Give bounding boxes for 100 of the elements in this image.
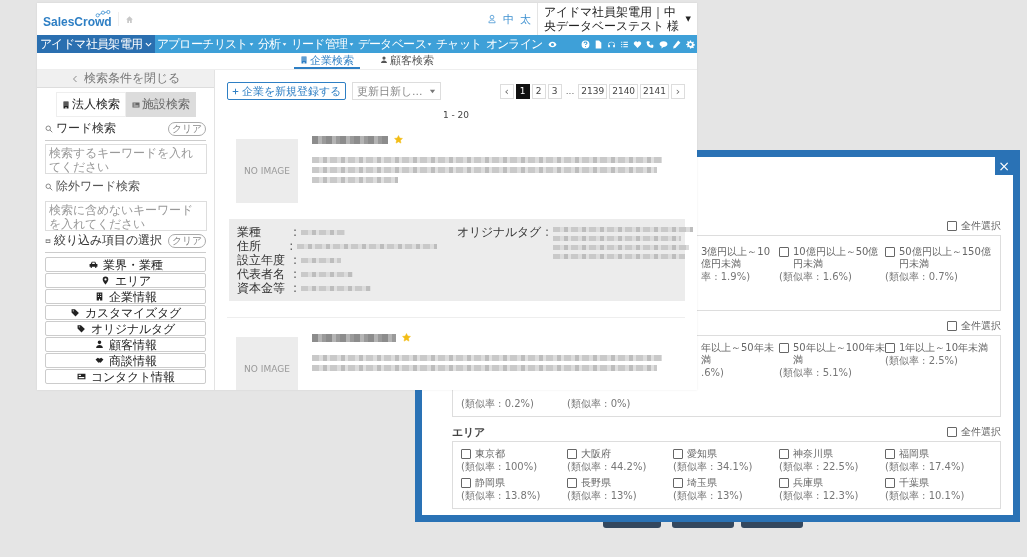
checkbox[interactable] xyxy=(779,478,789,488)
page-button[interactable]: 3 xyxy=(547,83,562,99)
option-label: 年以上～50年未満 xyxy=(701,342,775,366)
eye-icon[interactable] xyxy=(547,39,557,49)
caret-icon xyxy=(348,41,354,47)
filter-category-button[interactable]: オリジナルタグ xyxy=(45,321,206,336)
option-label: 3億円以上～10億円未満 xyxy=(701,246,772,270)
header-icon-text[interactable]: 太 xyxy=(519,11,531,27)
search-mode-toggle[interactable]: 施設検索 xyxy=(125,92,196,117)
option-label: 兵庫県 xyxy=(793,477,823,489)
pencil-icon[interactable] xyxy=(672,39,681,49)
checkbox[interactable] xyxy=(779,449,789,459)
header-icon-text[interactable]: 中 xyxy=(502,11,514,27)
checkbox[interactable] xyxy=(673,449,683,459)
filter-category-button[interactable]: 企業情報 xyxy=(45,289,206,304)
filter-category-button[interactable]: コンタクト情報 xyxy=(45,369,206,384)
checkbox[interactable] xyxy=(779,247,789,257)
checkbox[interactable] xyxy=(567,449,577,459)
page-arrow-button[interactable]: › xyxy=(671,83,685,99)
checkbox[interactable] xyxy=(673,478,683,488)
settings-icon[interactable] xyxy=(686,39,695,49)
similarity-rate: (類似率 : 12.3%) xyxy=(779,489,860,502)
headset-icon[interactable] xyxy=(607,39,616,49)
option-label: 神奈川県 xyxy=(793,448,833,460)
option-label: 10億円以上～50億円未満 xyxy=(793,246,880,270)
clear-button[interactable]: クリア xyxy=(168,121,206,136)
result-range: 1 - 20 xyxy=(441,110,471,120)
car-icon xyxy=(88,260,98,269)
checkbox[interactable] xyxy=(947,221,957,231)
similarity-rate: .6%) xyxy=(701,366,725,379)
search-mode-toggle[interactable]: 法人検索 xyxy=(55,92,126,117)
page-arrow-button[interactable]: ‹ xyxy=(499,83,514,99)
checkbox[interactable] xyxy=(885,449,895,459)
page-button[interactable]: 2 xyxy=(531,83,546,99)
user-name[interactable]: アイドマ社員架電用｜中央データベーステスト 様 xyxy=(543,5,680,33)
no-image-label: NO IMAGE xyxy=(244,364,290,374)
checkbox[interactable] xyxy=(461,478,471,488)
caret-icon xyxy=(144,40,152,48)
select-all-label: 全件選択 xyxy=(961,425,1001,439)
similarity-rate: (類似率 : 22.5%) xyxy=(779,460,860,473)
page-button[interactable]: 1 xyxy=(515,83,530,99)
plus-icon xyxy=(232,87,239,95)
phone-icon[interactable] xyxy=(646,39,655,49)
close-conditions-button[interactable]: 検索条件を閉じる xyxy=(37,70,214,88)
star-icon[interactable] xyxy=(402,333,411,342)
close-button[interactable]: × xyxy=(995,157,1013,175)
similarity-rate: (類似率 : 13.8%) xyxy=(461,489,542,502)
page-button[interactable]: 2141 xyxy=(640,83,669,99)
checkbox[interactable] xyxy=(947,321,957,331)
select-all-label: 全件選択 xyxy=(961,219,1001,233)
checkbox[interactable] xyxy=(461,449,471,459)
keyword-field[interactable]: 検索するキーワードを入れてください xyxy=(45,144,207,174)
pin-icon xyxy=(100,276,110,285)
filter-category-button[interactable]: エリア xyxy=(45,273,206,288)
chat-icon[interactable] xyxy=(659,39,668,49)
add-company-button[interactable]: 企業を新規登録する xyxy=(227,82,346,100)
similarity-rate: (類似率 : 13%) xyxy=(673,489,744,502)
similarity-rate: (類似率 : 1.6%) xyxy=(779,270,853,283)
select-all-label: 全件選択 xyxy=(961,319,1001,333)
exclude-keyword-field[interactable]: 検索に含めないキーワードを入れてください xyxy=(45,201,207,231)
checkbox[interactable] xyxy=(885,247,895,257)
person-icon xyxy=(94,340,104,349)
checkbox[interactable] xyxy=(885,343,895,353)
clear-button[interactable]: クリア xyxy=(168,233,206,248)
field-label: オリジナルタグ xyxy=(457,225,542,239)
sort-select[interactable]: 更新日新し... xyxy=(352,82,441,100)
section-title: 絞り込み項目の選択 xyxy=(54,232,162,249)
star-icon[interactable] xyxy=(394,135,403,144)
list-icon[interactable] xyxy=(620,39,629,49)
filter-category-button[interactable]: 顧客情報 xyxy=(45,337,206,352)
filter-category-button[interactable]: 商談情報 xyxy=(45,353,206,368)
similarity-rate: (類似率 : 44.2%) xyxy=(567,460,648,473)
heart-icon[interactable] xyxy=(633,39,642,49)
filter-category-button[interactable]: 業界・業種 xyxy=(45,257,206,272)
search-tab[interactable]: 顧客検索 xyxy=(374,53,440,69)
checkbox[interactable] xyxy=(779,343,789,353)
page-button[interactable]: 2139 xyxy=(578,83,608,99)
checkbox[interactable] xyxy=(567,478,577,488)
section-title: 除外ワード検索 xyxy=(56,178,140,195)
similarity-rate: (類似率 : 100%) xyxy=(461,460,539,473)
filter-category-button[interactable]: カスタマイズタグ xyxy=(45,305,206,320)
logo[interactable]: SalesCrowd xyxy=(43,16,112,28)
page-button[interactable]: 2140 xyxy=(609,83,639,99)
field-separator: : xyxy=(293,253,299,267)
tags-icon xyxy=(70,308,80,317)
help-icon[interactable] xyxy=(581,39,590,49)
field-separator: : xyxy=(293,267,299,281)
card-icon xyxy=(76,372,86,381)
caret-icon xyxy=(281,41,287,47)
field-separator: : xyxy=(293,225,299,239)
field-separator: : xyxy=(289,239,295,253)
field-label: 住所 xyxy=(237,239,262,253)
checkbox[interactable] xyxy=(947,427,957,437)
file-icon[interactable] xyxy=(594,39,603,49)
similarity-rate: (類似率 : 0%) xyxy=(567,397,632,410)
option-label: 東京都 xyxy=(475,448,505,460)
checkbox[interactable] xyxy=(885,478,895,488)
option-label: 静岡県 xyxy=(475,477,505,489)
search-tab[interactable]: 企業検索 xyxy=(294,53,360,69)
account-menu[interactable]: アイドマ社員架電用 xyxy=(37,35,155,53)
